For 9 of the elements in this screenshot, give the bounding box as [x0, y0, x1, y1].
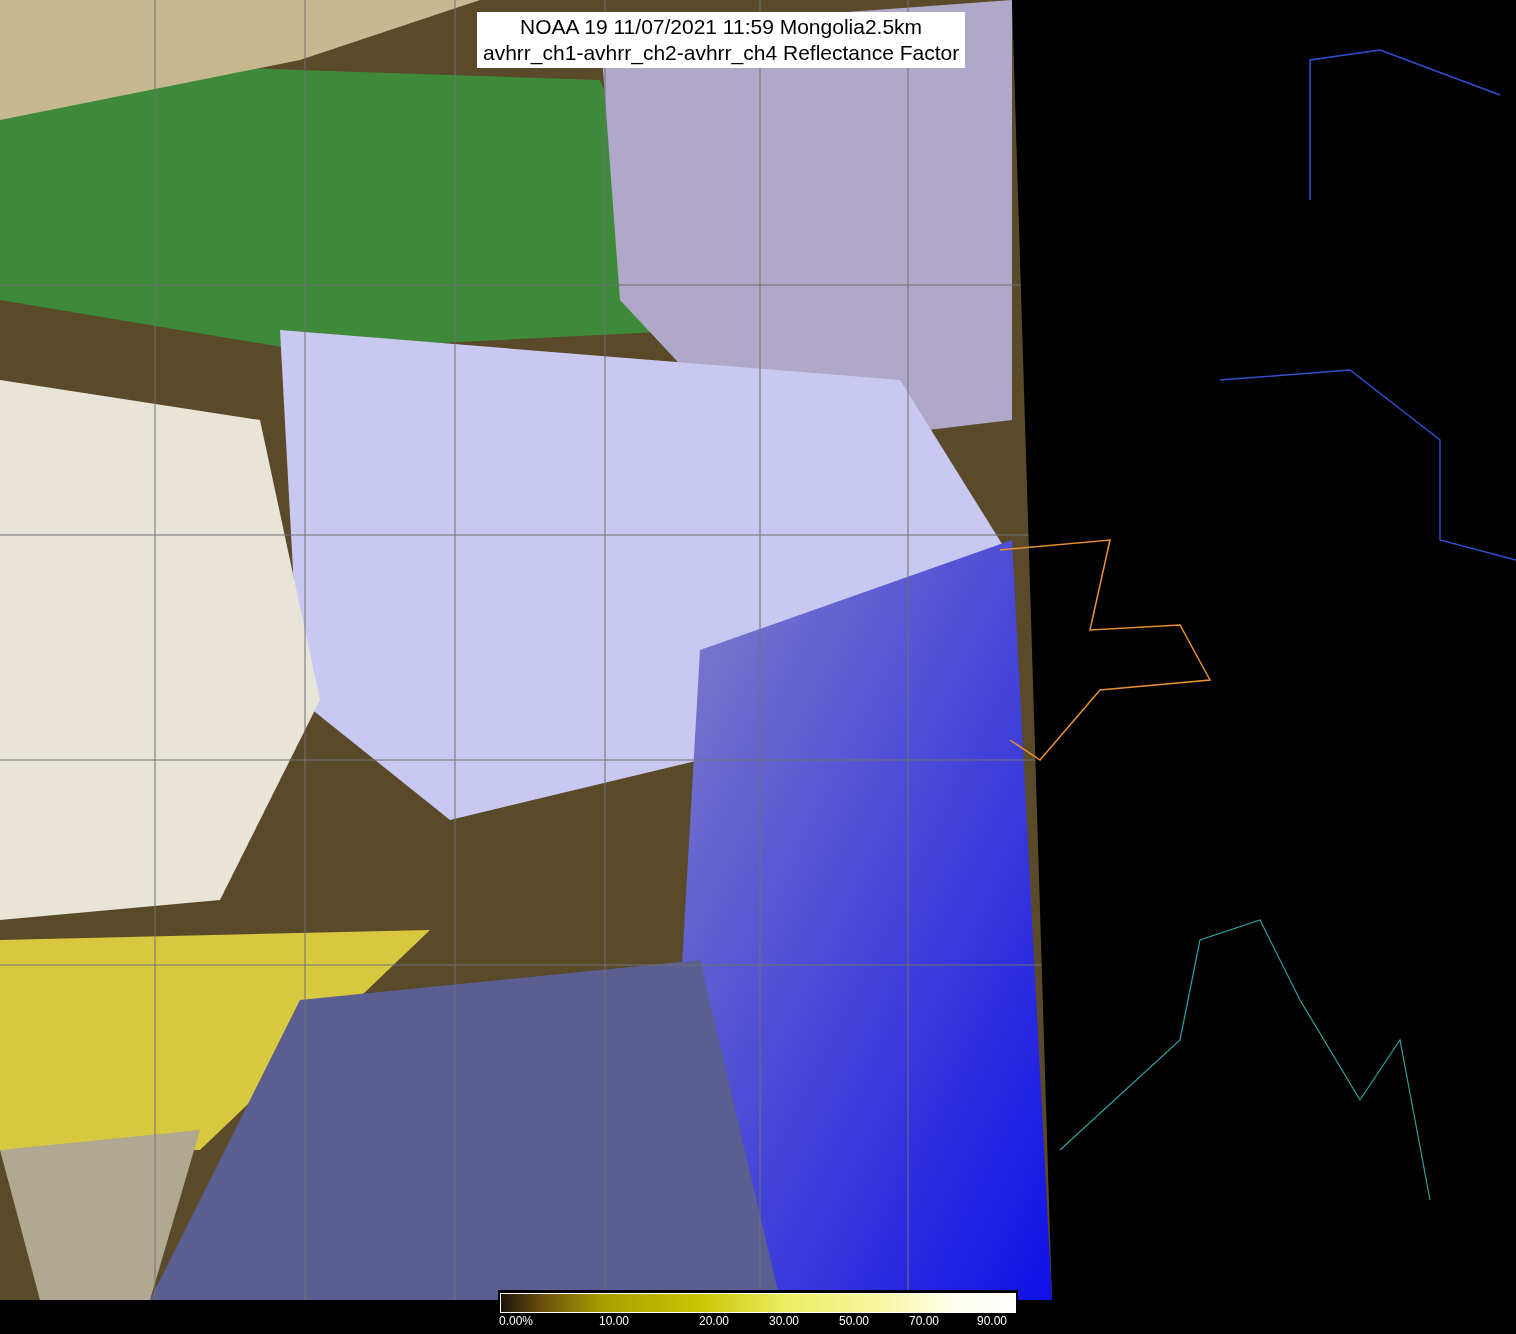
- scale-label: 0.00%: [499, 1313, 535, 1329]
- scale-label: 10.00: [599, 1313, 631, 1329]
- scale-label: 50.00: [839, 1313, 871, 1329]
- title-line: avhrr_ch1-avhrr_ch2-avhrr_ch4 Reflectance Factor: [483, 40, 960, 66]
- scale-label: 70.00: [909, 1313, 941, 1329]
- scale-label: 20.00: [699, 1313, 731, 1329]
- title-line: NOAA 19 11/07/2021 11:59 Mongolia2.5km: [520, 14, 923, 40]
- scale-label: 30.00: [769, 1313, 801, 1329]
- scale-label: 90.00: [977, 1313, 1009, 1329]
